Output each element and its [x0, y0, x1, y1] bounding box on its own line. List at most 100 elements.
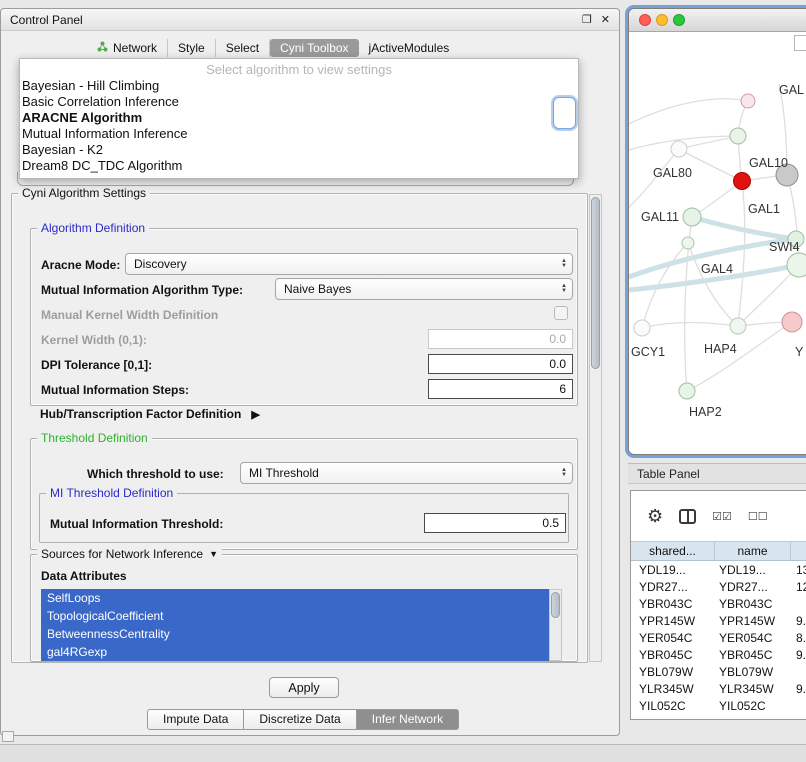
- aracne-mode-select[interactable]: Discovery ▲ ▼: [125, 253, 573, 275]
- network-node[interactable]: [671, 141, 687, 157]
- tab-cyni-toolbox[interactable]: Cyni Toolbox: [270, 39, 358, 57]
- network-node-selected[interactable]: [734, 173, 751, 190]
- attribute-item[interactable]: TopologicalCoefficient: [41, 607, 549, 625]
- close-traffic-light[interactable]: [639, 14, 651, 26]
- mi-type-select[interactable]: Naive Bayes ▲ ▼: [275, 278, 573, 300]
- table-row[interactable]: YBR043C YBR043C: [631, 595, 806, 612]
- apply-button[interactable]: Apply: [269, 677, 339, 698]
- tab-label: Select: [226, 41, 259, 55]
- scrollbar-thumb[interactable]: [591, 197, 600, 369]
- network-node[interactable]: [787, 253, 806, 277]
- column-header-name[interactable]: name: [715, 542, 791, 560]
- cell-value: 9.: [791, 682, 806, 696]
- arrow-down-icon: ▼: [561, 264, 567, 269]
- node-label: GCY1: [631, 345, 665, 359]
- table-row[interactable]: YLR345W YLR345W 9.: [631, 680, 806, 697]
- dpi-tolerance-label: DPI Tolerance [0,1]:: [41, 358, 152, 372]
- focused-text-field[interactable]: [553, 97, 576, 129]
- cell-shared-name: YBR045C: [631, 648, 715, 662]
- network-edge[interactable]: [679, 136, 738, 149]
- network-node[interactable]: [682, 237, 694, 249]
- table-row[interactable]: YDL19... YDL19... 13: [631, 561, 806, 578]
- select-all-rows-icon[interactable]: ☑☑: [712, 510, 732, 523]
- expanded-arrow-icon: ▼: [209, 547, 218, 561]
- tab-label: jActiveModules: [369, 41, 450, 55]
- deselect-all-rows-icon[interactable]: ☐☐: [748, 510, 768, 523]
- network-node[interactable]: [741, 94, 755, 108]
- cell-name: YDL19...: [715, 563, 791, 577]
- manual-kernel-checkbox[interactable]: [554, 306, 568, 320]
- cell-shared-name: YDL19...: [631, 563, 715, 577]
- column-manager-icon[interactable]: [679, 509, 696, 524]
- cell-shared-name: YBL079W: [631, 665, 715, 679]
- table-row[interactable]: YBL079W YBL079W: [631, 663, 806, 680]
- scrollbar-thumb[interactable]: [551, 592, 560, 618]
- cell-shared-name: YER054C: [631, 631, 715, 645]
- scrollbar-corner[interactable]: [794, 35, 806, 51]
- select-value: Discovery: [134, 257, 561, 271]
- tab-infer-network[interactable]: Infer Network: [357, 709, 459, 730]
- kernel-width-field[interactable]: 0.0: [428, 329, 573, 349]
- node-label: GAL1: [748, 202, 780, 216]
- tab-label: Cyni Toolbox: [280, 41, 348, 55]
- attribute-item[interactable]: gal4RGexp: [41, 643, 549, 661]
- float-window-icon[interactable]: ❐: [582, 13, 592, 26]
- sources-group-title[interactable]: Sources for Network Inference ▼: [37, 547, 222, 561]
- dropdown-item[interactable]: Bayesian - Hill Climbing: [20, 78, 578, 94]
- tab-style[interactable]: Style: [168, 39, 216, 57]
- network-node[interactable]: [683, 208, 701, 226]
- tab-impute-data[interactable]: Impute Data: [147, 709, 244, 730]
- control-panel-titlebar[interactable]: Control Panel ❐ ✕: [1, 9, 619, 31]
- tab-select[interactable]: Select: [216, 39, 270, 57]
- dropdown-item[interactable]: Dream8 DC_TDC Algorithm: [20, 158, 578, 174]
- attributes-scrollbar[interactable]: [549, 589, 562, 661]
- combo-arrows-icon: ▲ ▼: [561, 468, 572, 478]
- dpi-tolerance-field[interactable]: 0.0: [428, 354, 573, 374]
- table-row[interactable]: YBR045C YBR045C 9.: [631, 646, 806, 663]
- network-node[interactable]: [679, 383, 695, 399]
- minimize-traffic-light[interactable]: [656, 14, 668, 26]
- close-icon[interactable]: ✕: [601, 13, 610, 26]
- cell-shared-name: YDR27...: [631, 580, 715, 594]
- tab-jactivemodules[interactable]: jActiveModules: [359, 39, 460, 57]
- dropdown-item[interactable]: Basic Correlation Inference: [20, 94, 578, 110]
- cell-name: YLR345W: [715, 682, 791, 696]
- settings-scrollbar[interactable]: [589, 194, 602, 662]
- panel-grip-icon[interactable]: [2, 731, 14, 742]
- table-toolbar: ⚙ ☑☑ ☐☐: [631, 491, 806, 541]
- hub-definition-toggle[interactable]: Hub/Transcription Factor Definition ▶: [40, 407, 260, 421]
- dropdown-item-selected[interactable]: ARACNE Algorithm: [20, 110, 578, 126]
- dropdown-item[interactable]: Mutual Information Inference: [20, 126, 578, 142]
- table-row[interactable]: YER054C YER054C 8.: [631, 629, 806, 646]
- network-node[interactable]: [782, 312, 802, 332]
- tab-discretize-data[interactable]: Discretize Data: [244, 709, 356, 730]
- column-header-shared-name[interactable]: shared...: [631, 542, 715, 560]
- cell-value: 8.: [791, 631, 806, 645]
- zoom-traffic-light[interactable]: [673, 14, 685, 26]
- mi-threshold-field[interactable]: 0.5: [424, 513, 566, 533]
- column-header-cropped[interactable]: [791, 542, 806, 560]
- gear-icon[interactable]: ⚙: [647, 507, 663, 525]
- table-row[interactable]: YPR145W YPR145W 9.: [631, 612, 806, 629]
- attribute-item[interactable]: BetweennessCentrality: [41, 625, 549, 643]
- network-window-titlebar[interactable]: [629, 9, 806, 32]
- table-row[interactable]: YDR27... YDR27... 12: [631, 578, 806, 595]
- tab-network[interactable]: Network: [87, 39, 168, 57]
- network-canvas[interactable]: GAL GAL80 GAL10 GAL11 GAL1 SWI4 GAL4 GCY…: [629, 32, 806, 454]
- select-value: Naive Bayes: [284, 282, 561, 296]
- manual-kernel-label: Manual Kernel Width Definition: [41, 308, 218, 322]
- network-edge[interactable]: [738, 181, 745, 326]
- attribute-item[interactable]: SelfLoops: [41, 589, 549, 607]
- window-title: Control Panel: [10, 13, 83, 27]
- network-node[interactable]: [730, 128, 746, 144]
- cell-shared-name: YPR145W: [631, 614, 715, 628]
- dropdown-item[interactable]: Bayesian - K2: [20, 142, 578, 158]
- network-node[interactable]: [634, 320, 650, 336]
- network-node[interactable]: [730, 318, 746, 334]
- table-row[interactable]: YIL052C YIL052C: [631, 697, 806, 714]
- network-edge[interactable]: [629, 99, 748, 124]
- field-value: 0.0: [549, 332, 566, 346]
- which-threshold-select[interactable]: MI Threshold ▲ ▼: [240, 462, 573, 484]
- network-edge[interactable]: [642, 323, 738, 329]
- mi-steps-field[interactable]: 6: [428, 379, 573, 399]
